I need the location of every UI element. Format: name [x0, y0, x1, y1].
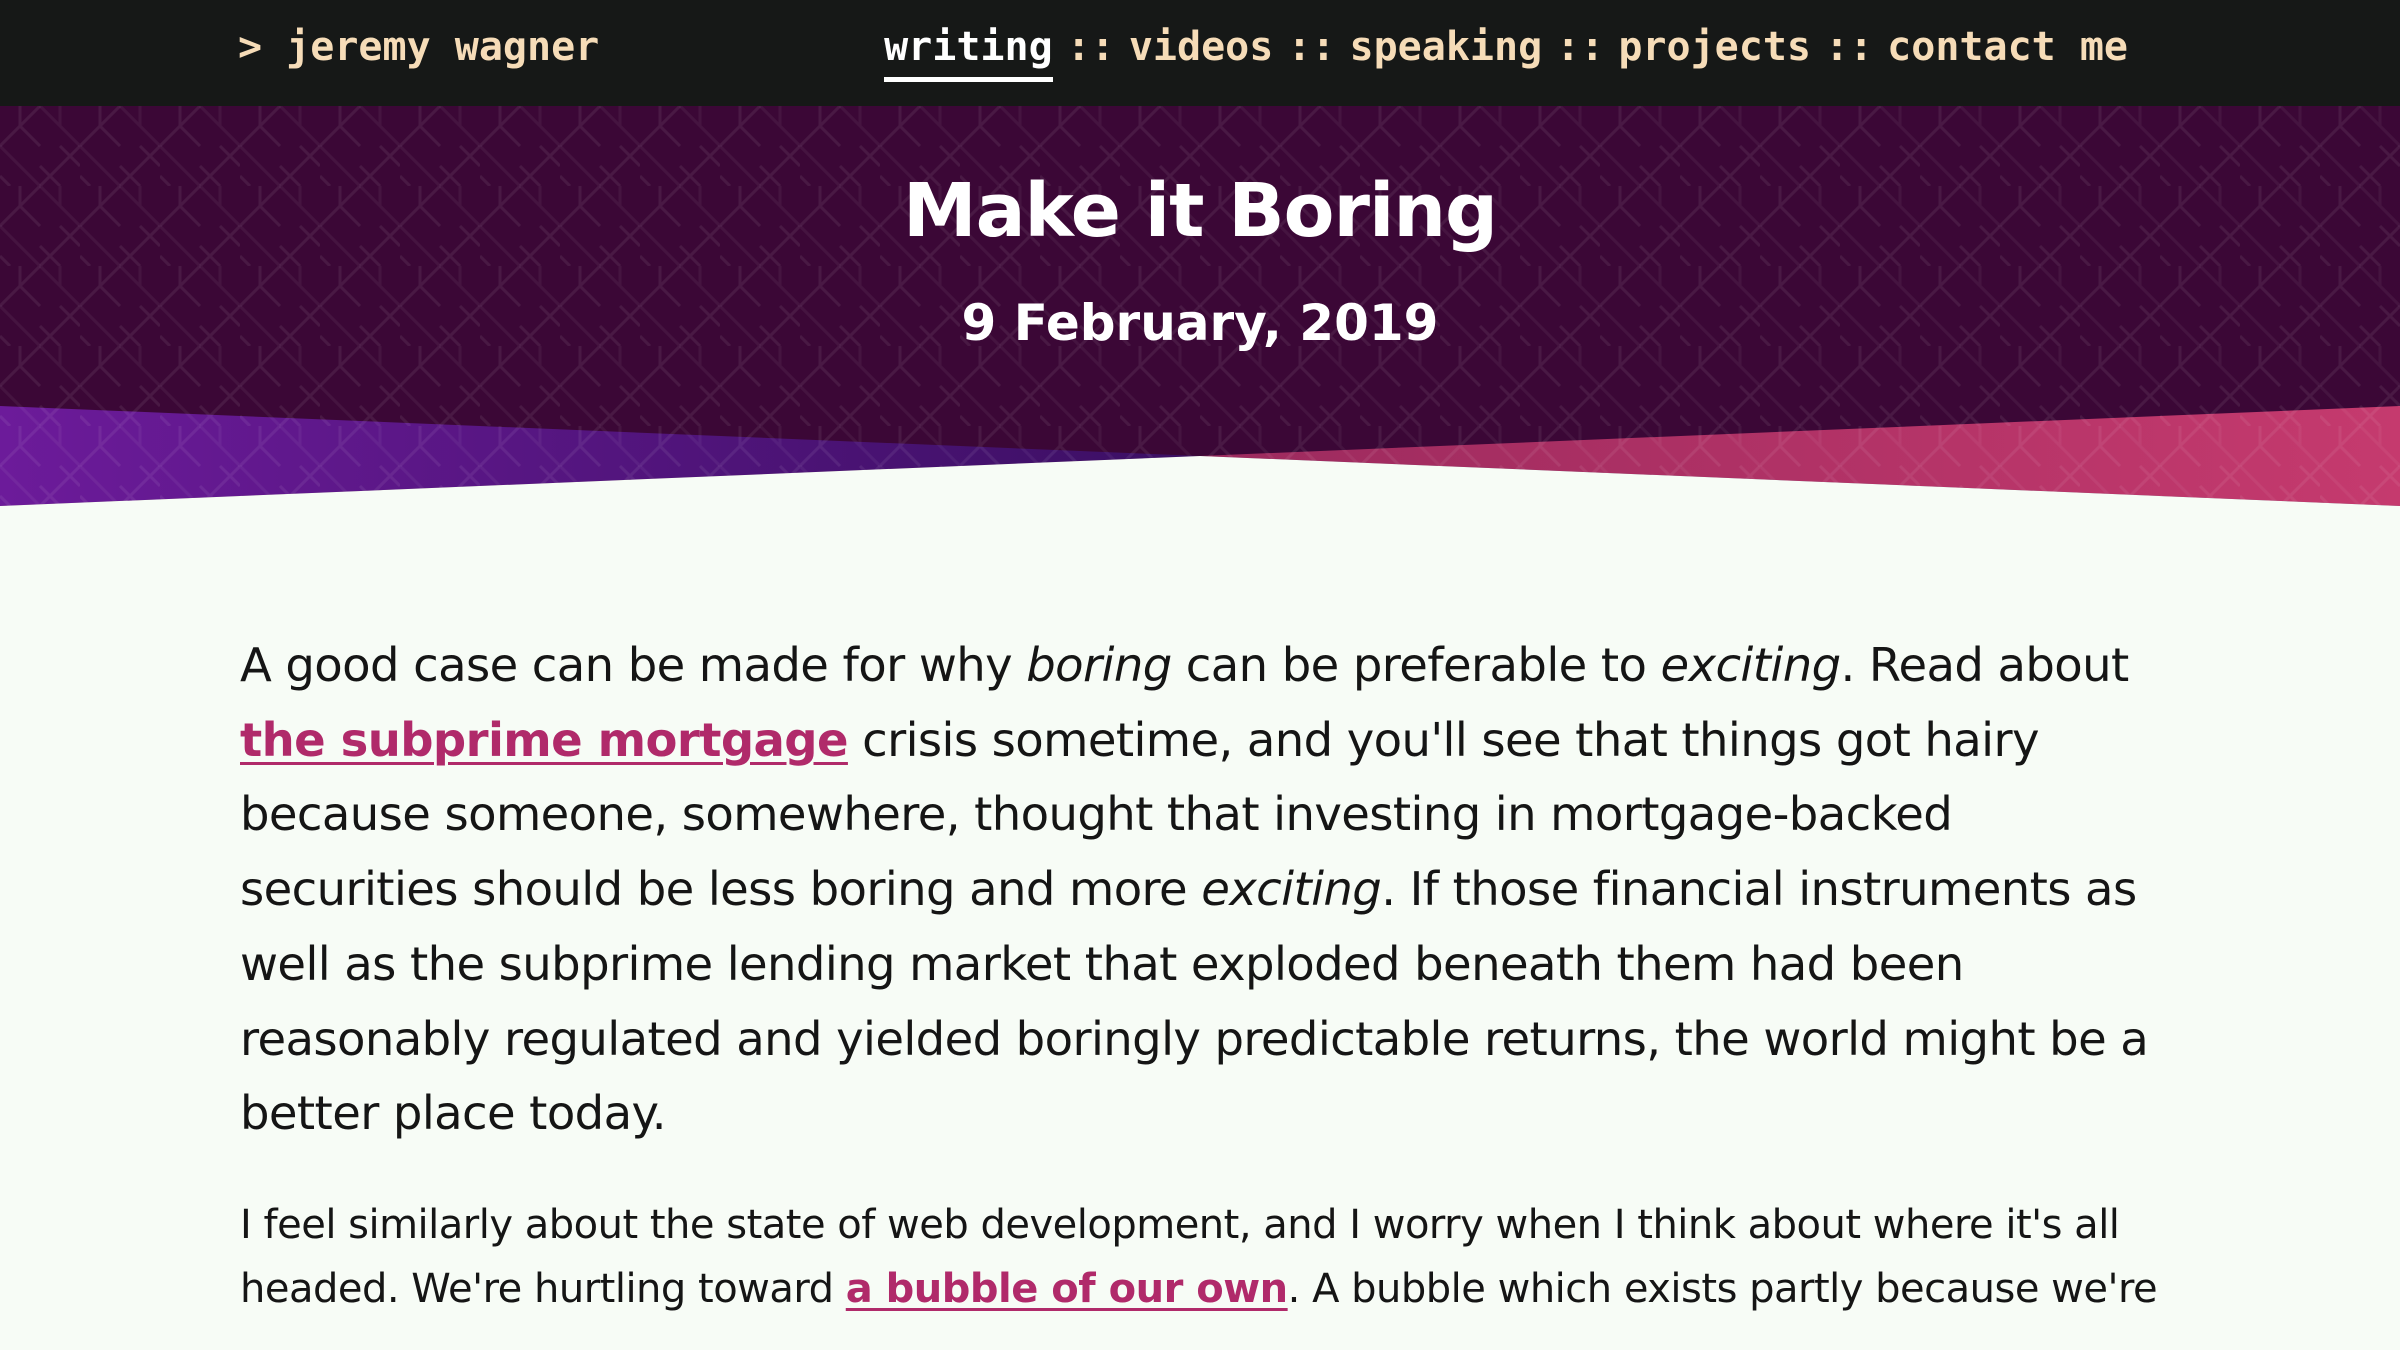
post-date: 9 February, 2019 — [961, 294, 1439, 352]
text-run: . A bubble which exists partly because w… — [1287, 1265, 2158, 1312]
site-brand-link[interactable]: > jeremy wagner — [238, 24, 599, 70]
nav-separator: :: — [1556, 24, 1605, 70]
bubble-of-our-own-link[interactable]: a bubble of our own — [846, 1266, 1288, 1312]
emphasis: boring — [1026, 638, 1172, 692]
nav-link-contact-me[interactable]: contact me — [1887, 24, 2128, 70]
article-body: A good case can be made for why boring c… — [240, 628, 2180, 1321]
post-hero-banner: Make it Boring 9 February, 2019 — [0, 106, 2400, 506]
text-run: A good case can be made for why — [240, 638, 1027, 692]
nav-separator: :: — [1825, 24, 1874, 70]
top-navigation: > jeremy wagner writing :: videos :: spe… — [0, 0, 2400, 106]
nav-separator: :: — [1066, 24, 1115, 70]
text-run: can be preferable to — [1171, 638, 1661, 692]
text-run: . Read about — [1840, 638, 2129, 692]
post-title: Make it Boring — [902, 168, 1498, 254]
subprime-mortgage-link[interactable]: the subprime mortgage — [240, 713, 849, 767]
nav-link-projects[interactable]: projects — [1618, 24, 1811, 70]
main-nav: writing :: videos :: speaking :: project… — [884, 24, 2128, 82]
nav-link-writing[interactable]: writing — [884, 24, 1053, 82]
nav-link-speaking[interactable]: speaking — [1350, 24, 1543, 70]
article-paragraph: I feel similarly about the state of web … — [240, 1193, 2180, 1321]
article-paragraph: A good case can be made for why boring c… — [240, 628, 2180, 1151]
nav-link-videos[interactable]: videos — [1129, 24, 1274, 70]
emphasis: exciting — [1201, 862, 1382, 917]
nav-separator: :: — [1287, 24, 1336, 70]
emphasis: exciting — [1660, 638, 1842, 692]
